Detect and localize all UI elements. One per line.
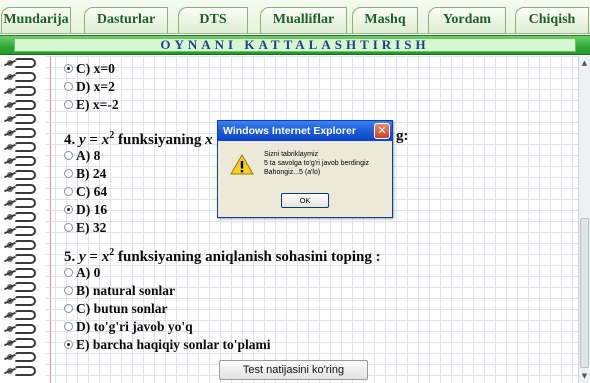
close-icon[interactable]: ✕ [374,123,390,139]
q4-option-c[interactable]: C) 64 [64,183,107,201]
scrollbar-thumb[interactable] [580,218,589,368]
question-5-text: 5. y = x2 funksiyaning aniqlanish sohasi… [64,247,381,265]
tab-dts[interactable]: DTS [178,7,248,33]
radio-icon[interactable] [64,205,73,214]
radio-icon[interactable] [64,169,73,178]
radio-icon[interactable] [64,151,73,160]
dialog-title: Windows Internet Explorer [218,121,392,141]
spiral-binding [0,56,46,383]
spiral-ring [14,72,36,82]
test-results-button[interactable]: Test natijasini ko'ring [219,360,368,380]
spiral-ring [14,184,36,194]
radio-icon[interactable] [64,286,73,295]
tab-yordam[interactable]: Yordam [428,7,506,33]
q5-option-d[interactable]: D) to'g'ri javob yo'q [64,318,193,336]
dialog-line-3: Bahongiz...5 (a'lo) [264,169,321,176]
spiral-ring [14,212,36,222]
q5-option-c[interactable]: C) butun sonlar [64,300,168,318]
q5-option-a[interactable]: A) 0 [64,264,100,282]
scroll-down-icon[interactable]: ▼ [579,371,590,381]
question-4-text: 4. y = x2 funksiyaning x [64,130,213,148]
spiral-ring [14,324,36,334]
dialog-line-2: 5 ta savolga to'g'ri javob berdingiz [264,160,370,167]
title-band: OYNANI KATTALASHTIRISH [0,35,590,55]
tab-bar: Mundarija Dasturlar DTS Mualliflar Mashq… [0,0,590,34]
radio-icon[interactable] [64,64,73,73]
margin-line [50,56,51,383]
q4-option-b[interactable]: B) 24 [64,165,106,183]
spiral-ring [14,268,36,278]
dialog-line-1: Sizni tabriklaymiz [264,151,319,158]
spiral-ring [14,226,36,236]
radio-icon[interactable] [64,268,73,277]
q4-option-d[interactable]: D) 16 [64,201,107,219]
spiral-ring [14,310,36,320]
spiral-ring [14,282,36,292]
dialog-message: Sizni tabriklaymiz 5 ta savolga to'g'ri … [264,150,388,177]
q3-option-d[interactable]: D) x=2 [64,78,115,96]
tab-dasturlar[interactable]: Dasturlar [84,7,168,33]
notebook-area: C) x=0 D) x=2 E) x=-2 4. y = x2 funksiya… [0,56,590,383]
spiral-ring [14,86,36,96]
radio-icon[interactable] [64,304,73,313]
spiral-ring [14,338,36,348]
radio-icon[interactable] [64,340,73,349]
spiral-ring [14,100,36,110]
tab-chiqish[interactable]: Chiqish [515,7,589,33]
q3-option-e[interactable]: E) x=-2 [64,96,119,114]
radio-icon[interactable] [64,100,73,109]
radio-icon[interactable] [64,187,73,196]
warning-icon [230,154,254,175]
spiral-ring [14,58,36,68]
q4-option-e[interactable]: E) 32 [64,219,106,237]
question-4-text-tail: g: [396,128,409,144]
spiral-ring [14,198,36,208]
q5-option-b[interactable]: B) natural sonlar [64,282,175,300]
spiral-ring [14,156,36,166]
alert-dialog: Windows Internet Explorer ✕ Sizni tabrik… [217,120,393,218]
ok-button[interactable]: OK [281,193,329,208]
radio-icon[interactable] [64,223,73,232]
spiral-ring [14,170,36,180]
q3-option-c[interactable]: C) x=0 [64,60,115,78]
scroll-up-icon[interactable]: ▲ [579,58,590,68]
page-title[interactable]: OYNANI KATTALASHTIRISH [14,38,576,52]
spiral-ring [14,128,36,138]
spiral-ring [14,352,36,362]
radio-icon[interactable] [64,82,73,91]
tab-mualliflar[interactable]: Mualliflar [260,7,347,33]
spiral-ring [14,114,36,124]
q5-option-e[interactable]: E) barcha haqiqiy sonlar to'plami [64,336,271,354]
spiral-ring [14,366,36,376]
radio-icon[interactable] [64,322,73,331]
q4-option-a[interactable]: A) 8 [64,147,100,165]
vertical-scrollbar[interactable]: ▲ ▼ [578,56,590,383]
tab-mashq[interactable]: Mashq [352,7,418,33]
tab-mundarija[interactable]: Mundarija [1,7,71,33]
spiral-ring [14,254,36,264]
spiral-ring [14,240,36,250]
spiral-ring [14,142,36,152]
spiral-ring [14,296,36,306]
